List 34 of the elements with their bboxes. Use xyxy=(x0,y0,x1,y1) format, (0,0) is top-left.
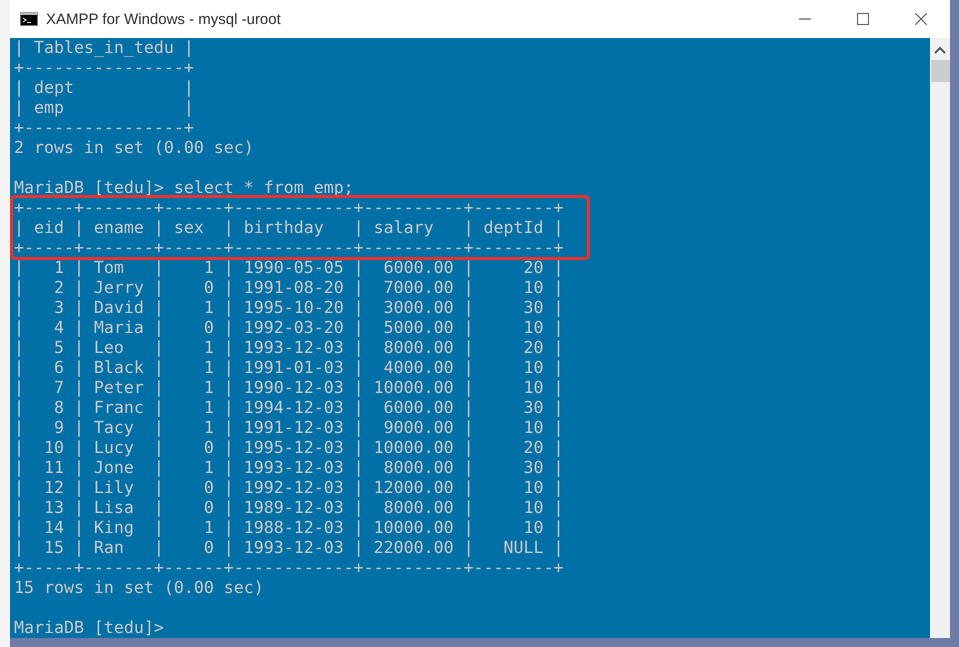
scroll-up-icon[interactable] xyxy=(934,46,946,54)
console-line: | eid | ename | sex | birthday | salary | deptId | xyxy=(14,218,564,238)
console-line: | 9 | Tacy | 1 | 1991-12-03 | 9000.00 | 10 | xyxy=(14,418,564,438)
console-line: | 14 | King | 1 | 1988-12-03 | 10000.00 | 10 | xyxy=(14,518,564,538)
console-line: 15 rows in set (0.00 sec) xyxy=(14,578,264,598)
console-line: | 1 | Tom | 1 | 1990-05-05 | 6000.00 | 20 | xyxy=(14,258,564,278)
console-line: | 12 | Lily | 0 | 1992-12-03 | 12000.00 | 10 | xyxy=(14,478,564,498)
maximize-icon xyxy=(857,13,869,25)
console-line: | 7 | Peter | 1 | 1990-12-03 | 10000.00 | 10 | xyxy=(14,378,564,398)
console-line: | 8 | Franc | 1 | 1994-12-03 | 6000.00 | 30 | xyxy=(14,398,564,418)
window-title: XAMPP for Windows - mysql -uroot xyxy=(46,10,281,28)
terminal-icon xyxy=(20,12,38,26)
console-line: | 3 | David | 1 | 1995-10-20 | 3000.00 | 30 | xyxy=(14,298,564,318)
console-line: | 10 | Lucy | 0 | 1995-12-03 | 10000.00 | 20 | xyxy=(14,438,564,458)
console-line: | 2 | Jerry | 0 | 1991-08-20 | 7000.00 | 10 | xyxy=(14,278,564,298)
console-line: 2 rows in set (0.00 sec) xyxy=(14,138,254,158)
console-line: | 11 | Jone | 1 | 1993-12-03 | 8000.00 | 30 | xyxy=(14,458,564,478)
console-line: +-----+-------+------+------------+----------+--------+ xyxy=(14,558,564,578)
console-line: +-----+-------+------+------------+----------+--------+ xyxy=(14,238,564,258)
console-line: +----------------+ xyxy=(14,118,194,138)
console-line: | emp | xyxy=(14,98,194,118)
console-line: MariaDB [tedu]> select * from emp; xyxy=(14,178,354,198)
console-line: | 5 | Leo | 1 | 1993-12-03 | 8000.00 | 20 | xyxy=(14,338,564,358)
console-line: +-----+-------+------+------------+----------+--------+ xyxy=(14,198,564,218)
console-line: | 13 | Lisa | 0 | 1989-12-03 | 8000.00 | 10 | xyxy=(14,498,564,518)
console-line: MariaDB [tedu]> xyxy=(14,618,164,638)
scrollbar-thumb[interactable] xyxy=(930,60,950,82)
console-line: | dept | xyxy=(14,78,194,98)
close-icon xyxy=(915,13,927,25)
console-line: +----------------+ xyxy=(14,58,194,78)
console-line: | 6 | Black | 1 | 1991-01-03 | 4000.00 | 10 | xyxy=(14,358,564,378)
console-line: | 15 | Ran | 0 | 1993-12-03 | 22000.00 | NULL | xyxy=(14,538,564,558)
console-line: | 4 | Maria | 0 | 1992-03-20 | 5000.00 | 10 | xyxy=(14,318,564,338)
console-line: | Tables_in_tedu | xyxy=(14,38,194,58)
